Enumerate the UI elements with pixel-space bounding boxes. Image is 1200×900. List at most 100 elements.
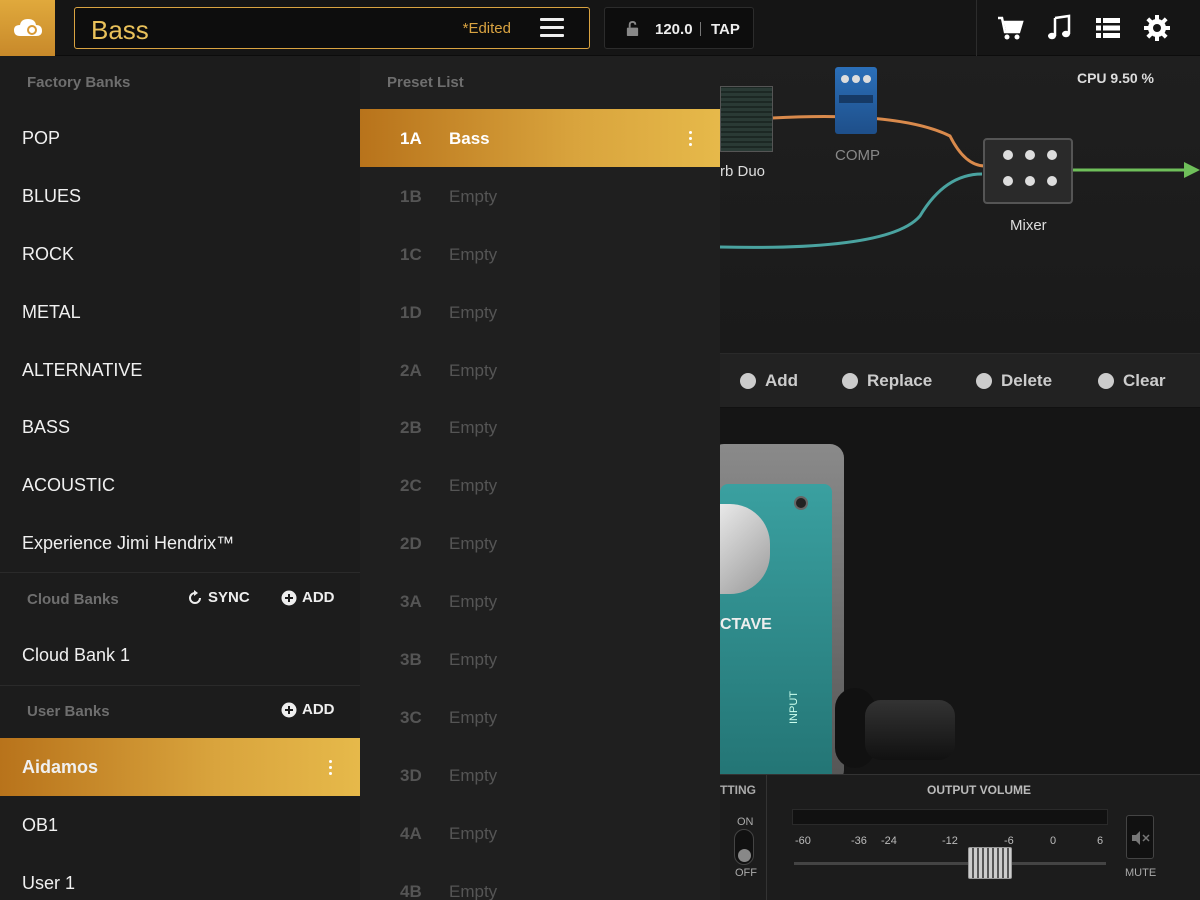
- music-note-icon[interactable]: [1045, 14, 1073, 42]
- sync-button[interactable]: SYNC: [187, 589, 250, 606]
- bank-item[interactable]: ACOUSTIC: [0, 456, 360, 514]
- reverb-block[interactable]: [720, 86, 773, 152]
- preset-row-name: Empty: [449, 824, 498, 843]
- reverb-label: rb Duo: [720, 163, 766, 180]
- preset-row[interactable]: 4B Empty: [360, 862, 720, 900]
- factory-banks-title: Factory Banks: [27, 74, 131, 91]
- tempo-box[interactable]: 120.0 TAP: [604, 7, 754, 49]
- preset-slot: 3C: [400, 708, 422, 727]
- action-bar: Add Replace Delete Clear: [720, 353, 1200, 408]
- comp-pedal[interactable]: [835, 67, 877, 134]
- preset-row[interactable]: 4A Empty: [360, 804, 720, 862]
- preset-row[interactable]: 1C Empty: [360, 225, 720, 283]
- preset-row[interactable]: 2D Empty: [360, 514, 720, 572]
- preset-row-selected[interactable]: 1A Bass: [360, 109, 720, 167]
- octave-pedal[interactable]: CTAVE INPUT: [710, 444, 844, 784]
- preset-row[interactable]: 3C Empty: [360, 688, 720, 746]
- preset-slot: 4A: [400, 824, 422, 843]
- bank-item[interactable]: METAL: [0, 283, 360, 341]
- preset-row-name: Empty: [449, 245, 498, 264]
- preset-row[interactable]: 2B Empty: [360, 398, 720, 456]
- bank-label: OB1: [22, 815, 59, 835]
- preset-row[interactable]: 3A Empty: [360, 572, 720, 630]
- preset-row[interactable]: 2A Empty: [360, 341, 720, 399]
- preset-slot: 2D: [400, 534, 422, 553]
- bank-item[interactable]: User 1: [0, 854, 360, 900]
- tick-label: -60: [795, 835, 811, 847]
- preset-slot: 2A: [400, 361, 422, 380]
- tempo-separator: [700, 22, 701, 36]
- lock-icon[interactable]: [625, 21, 640, 36]
- volume-slider-handle[interactable]: [968, 847, 1012, 879]
- preset-row[interactable]: 3D Empty: [360, 746, 720, 804]
- off-label: OFF: [735, 867, 757, 879]
- user-add-button[interactable]: ADD: [281, 701, 335, 718]
- bank-item[interactable]: Experience Jimi Hendrix™: [0, 514, 360, 572]
- bottom-bar: TTING ON OFF OUTPUT VOLUME -60 -36 -24 -…: [720, 774, 1200, 900]
- preset-row[interactable]: 1B Empty: [360, 167, 720, 225]
- preset-slot: 1D: [400, 303, 422, 322]
- output-volume-label: OUTPUT VOLUME: [927, 783, 1031, 797]
- tick-label: -6: [1004, 835, 1014, 847]
- volume-track[interactable]: [794, 862, 1106, 865]
- bank-label: User 1: [22, 873, 76, 893]
- delete-button[interactable]: Delete: [976, 371, 1052, 391]
- preset-row-name: Empty: [449, 708, 498, 727]
- mixer-block[interactable]: [983, 138, 1073, 204]
- preset-row-name: Bass: [449, 129, 490, 148]
- input-jack: [835, 688, 955, 774]
- bank-label: Experience Jimi Hendrix™: [22, 533, 235, 553]
- input-label: INPUT: [788, 691, 800, 724]
- list-icon[interactable]: [1094, 14, 1122, 42]
- bank-label: BLUES: [22, 186, 82, 206]
- bank-item[interactable]: BLUES: [0, 167, 360, 225]
- preset-row[interactable]: 3B Empty: [360, 630, 720, 688]
- bank-item-selected[interactable]: Aidamos: [0, 738, 360, 796]
- bank-item[interactable]: POP: [0, 109, 360, 167]
- more-options-icon[interactable]: [329, 760, 333, 776]
- app-root: Bass *Edited 120.0 TAP CPU 9.50 % rb Duo…: [0, 0, 1200, 900]
- preset-row[interactable]: 2C Empty: [360, 456, 720, 514]
- bank-item[interactable]: Cloud Bank 1: [0, 626, 360, 684]
- menu-icon[interactable]: [540, 18, 564, 38]
- more-options-icon[interactable]: [689, 131, 693, 147]
- cloud-button[interactable]: [0, 0, 55, 56]
- add-label: ADD: [302, 701, 335, 718]
- mute-button[interactable]: [1126, 815, 1154, 859]
- cloud-add-button[interactable]: ADD: [281, 589, 335, 606]
- bank-item[interactable]: BASS: [0, 398, 360, 456]
- tempo-value[interactable]: 120.0: [655, 21, 693, 38]
- bank-item[interactable]: ALTERNATIVE: [0, 341, 360, 399]
- factory-banks-header: Factory Banks: [0, 56, 360, 106]
- pedal-view: CTAVE INPUT: [710, 408, 1200, 784]
- preset-row-name: Empty: [449, 592, 498, 611]
- preset-row-name: Empty: [449, 303, 498, 322]
- tick-label: -12: [942, 835, 958, 847]
- preset-row-name: Empty: [449, 361, 498, 380]
- on-off-switch[interactable]: [734, 829, 754, 865]
- comp-label: COMP: [835, 147, 880, 164]
- preset-row[interactable]: 1D Empty: [360, 283, 720, 341]
- add-label: ADD: [302, 589, 335, 606]
- preset-row-name: Empty: [449, 766, 498, 785]
- preset-slot: 1A: [400, 129, 422, 148]
- bank-item[interactable]: OB1: [0, 796, 360, 854]
- cart-icon[interactable]: [996, 14, 1024, 42]
- tick-label: 6: [1097, 835, 1104, 847]
- add-button[interactable]: Add: [740, 371, 798, 391]
- preset-list-panel: Preset List 1A Bass 1B Empty 1C Empty 1D Em…: [360, 56, 720, 900]
- bank-label: METAL: [22, 302, 81, 322]
- preset-row-name: Empty: [449, 882, 498, 900]
- sync-icon: [189, 589, 201, 604]
- tick-label: -24: [881, 835, 897, 847]
- replace-button[interactable]: Replace: [842, 371, 932, 391]
- preset-row-name: Empty: [449, 187, 498, 206]
- preset-slot: 2B: [400, 418, 422, 437]
- plus-circle-icon: [281, 702, 297, 717]
- clear-button[interactable]: Clear: [1098, 371, 1166, 391]
- bank-item[interactable]: ROCK: [0, 225, 360, 283]
- tap-button[interactable]: TAP: [711, 21, 740, 38]
- preset-name-box[interactable]: Bass *Edited: [74, 7, 590, 49]
- bank-label: Aidamos: [22, 757, 99, 777]
- gear-icon[interactable]: [1143, 14, 1171, 42]
